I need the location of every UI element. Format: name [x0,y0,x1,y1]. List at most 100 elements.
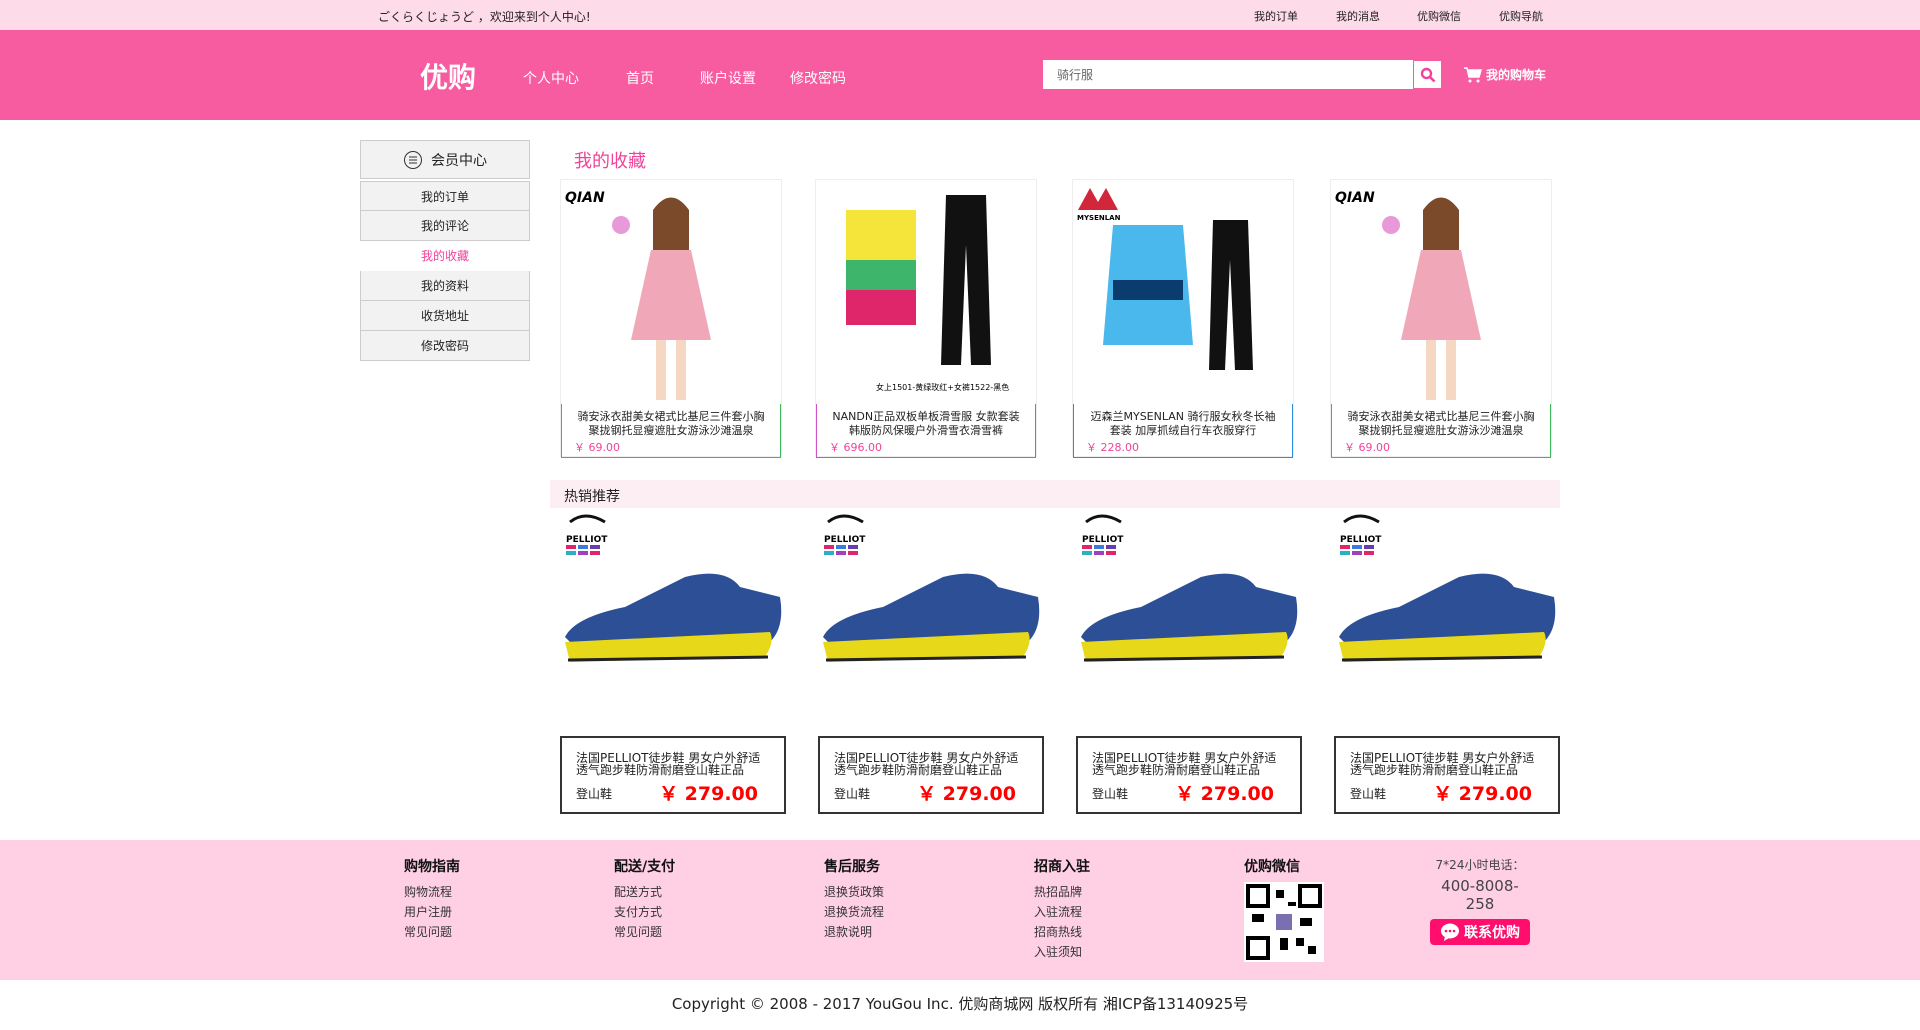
footer-link[interactable]: 配送方式 [614,882,675,902]
phone-number: 400-8008-258 [1441,877,1519,913]
product-image: PELLIOT [1339,514,1556,662]
brand-logo: PELLIOT [1082,535,1124,545]
chat-bubble-icon [1441,923,1459,941]
nav-home[interactable]: 首页 [626,68,654,88]
cart-label: 我的购物车 [1486,68,1547,82]
contact-label: 联系优购 [1464,925,1520,941]
brand-logo: PELLIOT [566,535,608,545]
product-price: ￥ 279.00 [1175,783,1274,805]
product-price: ￥ 696.00 [829,441,882,454]
qr-code-image [1244,882,1324,962]
product-name[interactable]: 法国PELLIOT徒步鞋 男女户外舒适透气跑步鞋防滑耐磨登山鞋正品 [1092,752,1286,776]
sidebar-item-favorites[interactable]: 我的收藏 [360,241,530,271]
welcome-text: ごくらくじょうど ，欢迎来到个人中心! [378,10,591,24]
footer-column-title: 配送/支付 [614,859,676,875]
footer-column-title: 招商入驻 [1034,859,1090,875]
product-price: ￥ 279.00 [659,783,758,805]
hot-product-card[interactable]: PELLIOT 法国PELLIOT徒步鞋 男女户外舒适透气跑步鞋防滑耐磨登山鞋正… [560,512,786,814]
product-category: 登山鞋 [834,787,871,801]
footer-link[interactable]: 热招品牌 [1034,882,1090,902]
product-image: PELLIOT [823,514,1040,662]
brand-logo: PELLIOT [824,535,866,545]
footer-link[interactable]: 常见问题 [614,922,675,942]
cart-icon [1464,66,1482,82]
sidebar-item-password[interactable]: 修改密码 [360,331,530,361]
nav-personal-center[interactable]: 个人中心 [523,68,579,88]
footer-link[interactable]: 常见问题 [404,922,460,942]
copyright: Copyright © 2008 - 2017 YouGou Inc. 优购商城… [671,995,1249,1013]
footer-link[interactable]: 退款说明 [824,922,884,942]
footer-column: 配送/支付配送方式 支付方式 常见问题 [614,856,675,942]
search-icon [1420,67,1435,82]
product-price: ￥ 279.00 [1433,783,1532,805]
sidebar-item-orders[interactable]: 我的订单 [360,181,530,211]
sidebar-header: 会员中心 [360,140,530,179]
product-name[interactable]: 迈森兰MYSENLAN 骑行服女秋冬长袖套装 加厚抓绒自行车衣服穿行 [1086,410,1280,438]
sidebar-item-profile[interactable]: 我的资料 [360,271,530,301]
link-my-messages[interactable]: 我的消息 [1336,8,1380,24]
product-name[interactable]: 法国PELLIOT徒步鞋 男女户外舒适透气跑步鞋防滑耐磨登山鞋正品 [576,752,770,776]
product-image-caption: 女上1501-黄绿玫红+女裤1522-黑色 [876,382,1009,392]
footer-column: 购物指南购物流程 用户注册 常见问题 [404,856,460,942]
sidebar-item-address[interactable]: 收货地址 [360,301,530,331]
footer-column-title: 购物指南 [404,859,460,875]
favorite-card[interactable]: QIAN 骑安泳衣甜美女裙式比基尼三件套小胸聚拢钢托显瘦遮肚女游泳沙滩温泉 ￥ … [1330,179,1552,458]
sidebar-item-reviews[interactable]: 我的评论 [360,211,530,241]
sidebar-title: 会员中心 [431,152,487,169]
logo[interactable]: 优购 [420,56,476,96]
product-price: ￥ 279.00 [917,783,1016,805]
product-price: ￥ 228.00 [1086,441,1139,454]
product-image: MYSENLAN [1077,188,1253,370]
product-image: QIAN [565,190,711,400]
favorite-card[interactable]: MYSENLAN 迈森兰MYSENLAN 骑行服女秋冬长袖套装 加厚抓绒自行车衣… [1072,179,1294,458]
footer-link[interactable]: 用户注册 [404,902,460,922]
footer-link[interactable]: 招商热线 [1034,922,1090,942]
product-name[interactable]: 骑安泳衣甜美女裙式比基尼三件套小胸聚拢钢托显瘦遮肚女游泳沙滩温泉 [574,410,768,438]
cart-link[interactable]: 我的购物车 [1464,66,1546,83]
favorite-card[interactable]: 女上1501-黄绿玫红+女裤1522-黑色 NANDN正品双板单板滑雪服 女款套… [815,179,1037,458]
product-category: 登山鞋 [1092,787,1129,801]
product-image: 女上1501-黄绿玫红+女裤1522-黑色 [846,195,1009,392]
footer-link[interactable]: 退换货流程 [824,902,884,922]
product-image: PELLIOT [1081,514,1298,662]
menu-icon [404,150,422,169]
phone-label: 7*24小时电话： [1435,858,1525,872]
footer-link[interactable]: 退换货政策 [824,882,884,902]
footer-link[interactable]: 购物流程 [404,882,460,902]
hot-product-card[interactable]: PELLIOT 法国PELLIOT徒步鞋 男女户外舒适透气跑步鞋防滑耐磨登山鞋正… [1334,512,1560,814]
footer-column-title: 售后服务 [824,859,880,875]
sidebar: 会员中心 我的订单 我的评论 我的收藏 我的资料 收货地址 修改密码 [360,140,530,361]
hot-product-card[interactable]: PELLIOT 法国PELLIOT徒步鞋 男女户外舒适透气跑步鞋防滑耐磨登山鞋正… [1076,512,1302,814]
link-my-orders[interactable]: 我的订单 [1254,8,1298,24]
footer-column: 招商入驻热招品牌 入驻流程 招商热线 入驻须知 [1034,856,1090,962]
product-name[interactable]: 法国PELLIOT徒步鞋 男女户外舒适透气跑步鞋防滑耐磨登山鞋正品 [834,752,1028,776]
hot-product-card[interactable]: PELLIOT 法国PELLIOT徒步鞋 男女户外舒适透气跑步鞋防滑耐磨登山鞋正… [818,512,1044,814]
brand-logo: PELLIOT [1340,535,1382,545]
product-name[interactable]: NANDN正品双板单板滑雪服 女款套装韩版防风保暖户外滑雪衣滑雪裤 [829,410,1023,438]
hot-section-title: 热销推荐 [550,480,1560,508]
favorite-card[interactable]: QIAN 骑安泳衣甜美女裙式比基尼三件套小胸聚拢钢托显瘦遮肚女游泳沙滩温泉 ￥ … [560,179,782,458]
product-image: QIAN [1335,190,1481,400]
brand-logo: QIAN [565,190,605,206]
nav-change-password[interactable]: 修改密码 [790,68,846,88]
footer-column: 售后服务退换货政策 退换货流程 退款说明 [824,856,884,942]
product-price: ￥ 69.00 [574,441,620,454]
wechat-title: 优购微信 [1244,859,1300,875]
product-price: ￥ 69.00 [1344,441,1390,454]
search-input[interactable] [1043,60,1413,89]
nav-account-settings[interactable]: 账户设置 [700,68,756,88]
search-button[interactable] [1414,61,1441,88]
brand-logo: QIAN [1335,190,1375,206]
footer-link[interactable]: 支付方式 [614,902,675,922]
link-wechat[interactable]: 优购微信 [1417,8,1461,24]
link-site-nav[interactable]: 优购导航 [1499,8,1543,24]
footer-link[interactable]: 入驻须知 [1034,942,1090,962]
footer: 购物指南 购物流程 用户注册 常见问题 配送/支付 配送方式 支付方式 常见问题 售后服务 退换货… [0,840,1920,980]
product-name[interactable]: 法国PELLIOT徒步鞋 男女户外舒适透气跑步鞋防滑耐磨登山鞋正品 [1350,752,1544,776]
product-image: PELLIOT [565,514,782,662]
footer-link[interactable]: 入驻流程 [1034,902,1090,922]
footer-wechat: 优购微信 [1244,856,1324,965]
product-category: 登山鞋 [1350,787,1387,801]
contact-button[interactable]: 联系优购 [1430,919,1530,945]
product-name[interactable]: 骑安泳衣甜美女裙式比基尼三件套小胸聚拢钢托显瘦遮肚女游泳沙滩温泉 [1344,410,1538,438]
